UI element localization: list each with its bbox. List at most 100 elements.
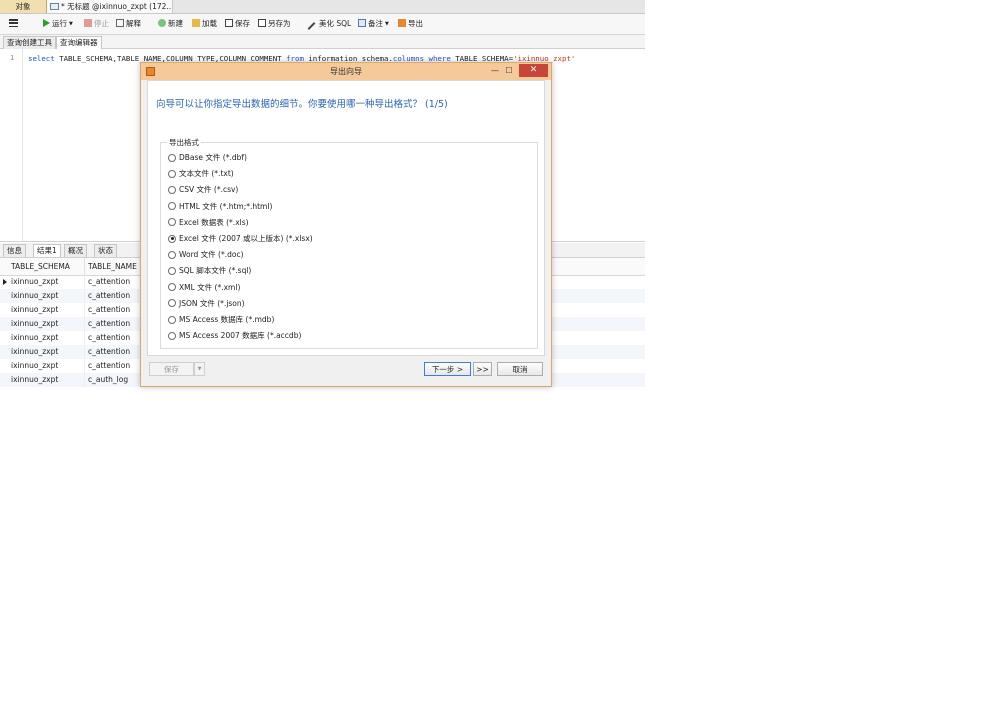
explain-icon: [116, 19, 124, 27]
tab-objects[interactable]: 对象: [0, 0, 47, 13]
radio-button[interactable]: [168, 202, 176, 211]
radio-button[interactable]: [168, 169, 176, 178]
cancel-button[interactable]: 取消: [497, 362, 543, 376]
export-format-option[interactable]: JSON 文件 (*.json): [168, 298, 245, 310]
tab-status[interactable]: 状态: [94, 244, 117, 257]
radio-button[interactable]: [168, 250, 176, 259]
beautify-sql-button[interactable]: 美化 SQL: [307, 14, 351, 34]
tab-info[interactable]: 信息: [3, 244, 26, 257]
explain-button[interactable]: 解释: [116, 14, 141, 34]
cell[interactable]: c_attention: [85, 275, 145, 289]
option-label: Excel 文件 (2007 或以上版本) (*.xlsx): [179, 234, 313, 243]
cell[interactable]: c_attention: [85, 317, 145, 331]
toolbar: 运行 ▼ 停止 解释 新建 加载 保存 另存为 美化 SQL 备注 ▼ 导出: [0, 14, 645, 35]
export-format-option[interactable]: SQL 脚本文件 (*.sql): [168, 265, 251, 277]
option-label: SQL 脚本文件 (*.sql): [179, 266, 252, 276]
wizard-prompt: 向导可以让你指定导出数据的细节。你要使用哪一种导出格式？ (1/5): [156, 99, 448, 110]
export-format-option[interactable]: HTML 文件 (*.htm;*.html): [168, 201, 272, 213]
option-label: Word 文件 (*.doc): [179, 250, 244, 260]
export-format-option[interactable]: Excel 文件 (2007 或以上版本) (*.xlsx): [168, 233, 313, 245]
radio-button[interactable]: [168, 283, 176, 292]
option-label: XML 文件 (*.xml): [179, 282, 241, 292]
option-label: HTML 文件 (*.htm;*.html): [179, 201, 273, 211]
save-button[interactable]: 保存: [225, 14, 250, 34]
export-icon: [398, 19, 406, 27]
export-format-option[interactable]: Excel 数据表 (*.xls): [168, 217, 249, 229]
folder-icon: [192, 19, 200, 27]
dialog-title-bar[interactable]: 导出向导 — ☐ ✕: [141, 63, 551, 80]
tab-overview[interactable]: 概况: [64, 244, 87, 257]
cell[interactable]: c_attention: [85, 331, 145, 345]
tab-query[interactable]: * 无标题 @ixinnuo_zxpt (172...: [47, 0, 173, 13]
cell[interactable]: ixinnuo_zxpt: [8, 345, 85, 359]
cell[interactable]: ixinnuo_zxpt: [8, 373, 85, 387]
last-step-button[interactable]: >>: [473, 362, 492, 376]
export-format-option[interactable]: XML 文件 (*.xml): [168, 282, 240, 294]
current-row-marker-icon: [3, 279, 7, 285]
radio-button[interactable]: [168, 266, 176, 275]
radio-button[interactable]: [168, 331, 176, 340]
option-label: MS Access 数据库 (*.mdb): [179, 315, 275, 324]
dialog-body: 向导可以让你指定导出数据的细节。你要使用哪一种导出格式？ (1/5) 导出格式 …: [147, 80, 545, 356]
tab-query-editor[interactable]: 查询编辑器: [56, 36, 102, 49]
cell[interactable]: c_auth_log: [85, 373, 145, 387]
note-icon: [358, 19, 366, 27]
note-button[interactable]: 备注 ▼: [358, 14, 389, 34]
radio-button[interactable]: [168, 315, 176, 324]
cell[interactable]: c_attention: [85, 303, 145, 317]
cell[interactable]: ixinnuo_zxpt: [8, 359, 85, 373]
radio-button[interactable]: [168, 234, 176, 243]
cell[interactable]: c_attention: [85, 345, 145, 359]
cell[interactable]: ixinnuo_zxpt: [8, 317, 85, 331]
run-button[interactable]: 运行 ▼: [43, 14, 73, 34]
group-label: 导出格式: [167, 137, 201, 148]
radio-button[interactable]: [168, 185, 176, 194]
tab-result1[interactable]: 结果1: [33, 244, 61, 257]
maximize-icon[interactable]: ☐: [503, 65, 515, 77]
radio-button[interactable]: [168, 299, 176, 308]
column-header[interactable]: TABLE_SCHEMA: [8, 258, 85, 275]
export-format-option[interactable]: MS Access 数据库 (*.mdb): [168, 314, 274, 326]
chevron-down-icon[interactable]: ▼: [385, 21, 389, 27]
radio-button[interactable]: [168, 218, 176, 227]
tab-query-builder[interactable]: 查询创建工具: [3, 36, 56, 49]
option-label: 文本文件 (*.txt): [179, 169, 234, 179]
export-format-option[interactable]: 文本文件 (*.txt): [168, 168, 234, 180]
export-format-option[interactable]: Word 文件 (*.doc): [168, 249, 244, 261]
cell[interactable]: ixinnuo_zxpt: [8, 331, 85, 345]
save-dropdown-chevron-down-icon[interactable]: ▼: [194, 362, 205, 376]
query-icon: [50, 3, 59, 10]
close-icon[interactable]: ✕: [519, 64, 548, 77]
column-header[interactable]: TABLE_NAME: [85, 258, 145, 275]
hamburger-menu-icon[interactable]: [9, 19, 18, 28]
save-as-button[interactable]: 另存为: [258, 14, 291, 34]
option-label: Excel 数据表 (*.xls): [179, 217, 249, 227]
cell[interactable]: ixinnuo_zxpt: [8, 289, 85, 303]
save-icon: [225, 19, 233, 27]
option-label: CSV 文件 (*.csv): [179, 185, 239, 195]
cell[interactable]: ixinnuo_zxpt: [8, 275, 85, 289]
cell[interactable]: c_attention: [85, 359, 145, 373]
cell[interactable]: ixinnuo_zxpt: [8, 303, 85, 317]
play-icon: [43, 19, 50, 27]
stop-button[interactable]: 停止: [84, 14, 109, 34]
chevron-down-icon[interactable]: ▼: [69, 21, 73, 27]
dialog-footer: 保存 ▼ 下一步 > >> 取消: [141, 358, 551, 386]
export-button[interactable]: 导出: [398, 14, 423, 34]
export-format-option[interactable]: DBase 文件 (*.dbf): [168, 152, 247, 164]
export-format-option[interactable]: CSV 文件 (*.csv): [168, 184, 238, 196]
minimize-icon[interactable]: —: [489, 65, 501, 77]
line-gutter: 1: [0, 49, 23, 241]
tab-query-label: * 无标题 @ixinnuo_zxpt (172...: [61, 2, 173, 11]
option-label: JSON 文件 (*.json): [179, 298, 245, 308]
next-button[interactable]: 下一步 >: [424, 362, 471, 376]
option-label: MS Access 2007 数据库 (*.accdb): [179, 331, 302, 341]
cell[interactable]: c_attention: [85, 289, 145, 303]
new-button[interactable]: 新建: [158, 14, 183, 34]
radio-button[interactable]: [168, 153, 176, 162]
new-query-icon: [158, 19, 166, 27]
save-settings-button[interactable]: 保存: [149, 362, 194, 376]
export-wizard-dialog: 导出向导 — ☐ ✕ 向导可以让你指定导出数据的细节。你要使用哪一种导出格式？ …: [140, 62, 552, 387]
load-button[interactable]: 加载: [192, 14, 217, 34]
export-format-option[interactable]: MS Access 2007 数据库 (*.accdb): [168, 330, 301, 342]
